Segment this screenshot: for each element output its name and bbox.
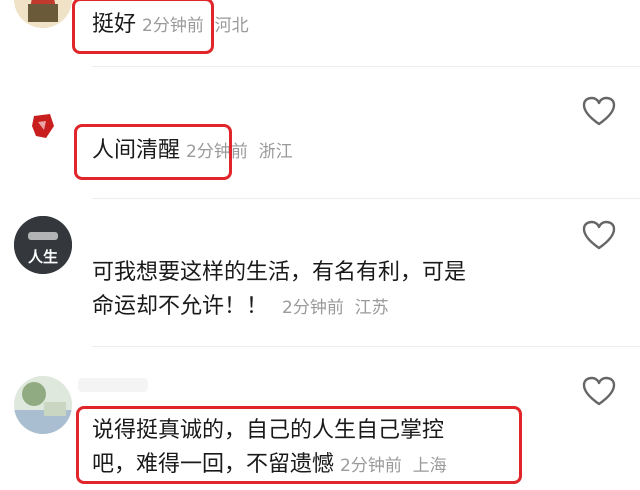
divider: [92, 346, 640, 347]
avatar[interactable]: [14, 0, 72, 28]
highlight-box: [74, 124, 232, 180]
comment-item-2[interactable]: 人间清醒 2分钟前 浙江: [0, 96, 640, 196]
comment-item-3[interactable]: 人生 可我想要这样的生活，有名有利，可是 命运却不允许！！ 2分钟前 江苏: [0, 212, 640, 342]
highlight-box: [72, 0, 214, 54]
avatar-text: 人生: [27, 248, 58, 266]
heart-icon[interactable]: [582, 220, 616, 250]
comment-meta: 2分钟前 江苏: [282, 298, 389, 318]
avatar[interactable]: 人生: [14, 216, 72, 274]
heart-icon[interactable]: [582, 96, 616, 126]
heart-icon[interactable]: [582, 376, 616, 406]
comment-item-4[interactable]: 说得挺真诚的，自己的人生自己掌控 吧，难得一回，不留遗憾 2分钟前 上海: [0, 362, 640, 490]
highlight-box: [76, 406, 522, 484]
comment-item-1[interactable]: 挺好 2分钟前 河北: [0, 0, 640, 60]
divider: [92, 66, 640, 67]
avatar[interactable]: [14, 376, 72, 434]
divider: [92, 198, 640, 199]
avatar[interactable]: [20, 102, 66, 148]
comment-text: 可我想要这样的生活，有名有利，可是 命运却不允许！！ 2分钟前 江苏: [92, 260, 467, 319]
username-placeholder: [78, 378, 148, 392]
